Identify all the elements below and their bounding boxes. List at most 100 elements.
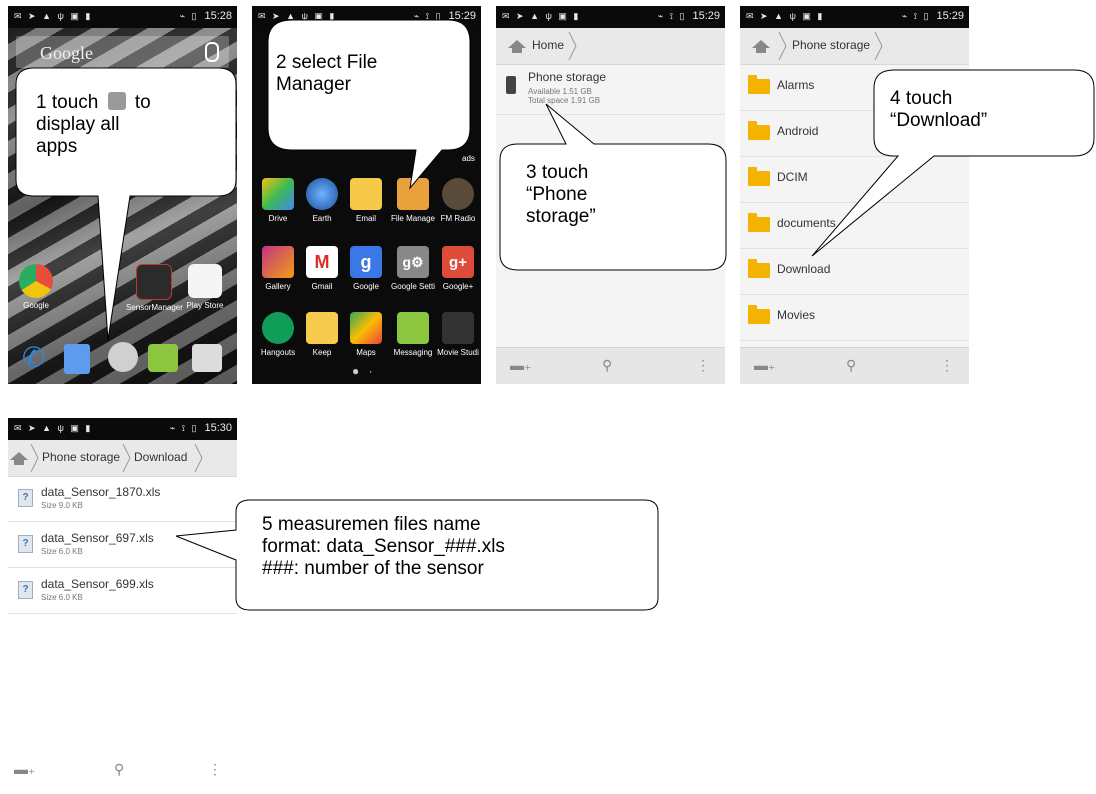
- overflow-menu-icon[interactable]: ⋮: [696, 357, 710, 374]
- phone-icon[interactable]: ✆: [22, 344, 50, 372]
- folder-name: Android: [777, 124, 819, 138]
- notification-icons: ✉ ➤ ▲ ψ ▣ ▮: [14, 423, 93, 433]
- new-folder-icon[interactable]: ▬₊: [14, 761, 35, 778]
- email-icon: [350, 178, 382, 210]
- truncated-app-label: ads: [462, 154, 475, 163]
- app-label: FM Radio: [440, 214, 476, 223]
- messaging-icon[interactable]: [148, 344, 178, 372]
- app-messaging[interactable]: Messaging: [389, 312, 437, 357]
- app-label: Maps: [356, 348, 376, 357]
- app-label: Movie Studi: [437, 348, 479, 357]
- notification-icons: ✉ ➤ ▲ ψ ▣ ▮: [502, 11, 581, 21]
- search-icon[interactable]: ⚲: [602, 357, 612, 374]
- home-icon[interactable]: [10, 452, 28, 465]
- earth-icon: [306, 178, 338, 210]
- file-name: data_Sensor_699.xls: [41, 577, 154, 591]
- app-label: Gmail: [311, 282, 333, 291]
- breadcrumb: Phone storage Download: [8, 440, 237, 477]
- callout-5-line-2: format: data_Sensor_###.xls: [262, 536, 505, 557]
- home-icon[interactable]: [752, 40, 770, 53]
- folder-icon: [748, 213, 770, 232]
- file-row[interactable]: ? data_Sensor_699.xls Size 6.0 KB: [8, 568, 237, 614]
- chevron-right-icon: [30, 444, 39, 472]
- callout-4-line-2: “Download”: [890, 110, 988, 131]
- breadcrumb: Home: [496, 28, 725, 65]
- notification-icons: ✉ ➤ ▲ ψ ▣ ▮: [14, 11, 93, 21]
- app-email[interactable]: Email: [344, 178, 388, 223]
- storage-row[interactable]: Phone storage Available 1.51 GB Total sp…: [496, 64, 725, 115]
- gmail-icon: M: [306, 246, 338, 278]
- app-fm-radio[interactable]: FM Radio: [436, 178, 480, 223]
- app-maps[interactable]: Maps: [344, 312, 388, 357]
- app-gallery[interactable]: Gallery: [256, 246, 300, 291]
- new-folder-icon[interactable]: ▬₊: [754, 357, 775, 374]
- chevron-right-icon: [568, 32, 577, 60]
- storage-total: Total space 1.91 GB: [528, 96, 601, 105]
- dock: ✆: [8, 340, 237, 380]
- app-label: File Manage: [390, 214, 436, 223]
- google-search-bar[interactable]: Google: [16, 36, 229, 68]
- folder-row[interactable]: documents: [740, 202, 969, 249]
- overflow-menu-icon[interactable]: ⋮: [208, 761, 222, 778]
- all-apps-icon[interactable]: [108, 342, 138, 372]
- app-label: Keep: [312, 348, 332, 357]
- app-label: Messaging: [393, 348, 433, 357]
- chevron-right-icon: [778, 32, 787, 60]
- unknown-file-icon: ?: [18, 581, 33, 599]
- file-row[interactable]: ? data_Sensor_697.xls Size 6.0 KB: [8, 522, 237, 568]
- breadcrumb-phone-storage[interactable]: Phone storage: [42, 450, 120, 464]
- google-icon: [19, 264, 53, 298]
- folder-row-download[interactable]: Download: [740, 248, 969, 295]
- notification-icons: ✉ ➤ ▲ ψ ▣ ▮: [746, 11, 825, 21]
- status-time: 15:29: [448, 10, 476, 22]
- new-folder-icon[interactable]: ▬₊: [510, 357, 531, 374]
- file-row[interactable]: ? data_Sensor_1870.xls Size 9.0 KB: [8, 476, 237, 522]
- notification-icons: ✉ ➤ ▲ ψ ▣ ▮: [258, 11, 337, 21]
- callout-5-line-1: 5 measuremen files name: [262, 514, 481, 535]
- app-google[interactable]: Google: [14, 264, 58, 310]
- app-file-manager[interactable]: File Manage: [389, 178, 437, 223]
- app-label: Google: [353, 282, 379, 291]
- callout-2-line-2: Manager: [276, 74, 351, 95]
- bottom-toolbar: ▬₊ ⚲ ⋮: [496, 347, 725, 384]
- app-google[interactable]: g Google: [344, 246, 388, 291]
- contacts-icon[interactable]: [64, 344, 90, 374]
- status-time: 15:28: [204, 10, 232, 22]
- app-movie-studio[interactable]: Movie Studi: [436, 312, 480, 357]
- camera-icon[interactable]: [192, 344, 222, 372]
- play-store-icon: [188, 264, 222, 298]
- home-icon[interactable]: [508, 40, 526, 53]
- maps-icon: [350, 312, 382, 344]
- search-icon[interactable]: ⚲: [114, 761, 124, 778]
- app-gmail[interactable]: M Gmail: [300, 246, 344, 291]
- folder-row[interactable]: Movies: [740, 294, 969, 341]
- app-drive[interactable]: Drive: [256, 178, 300, 223]
- breadcrumb-home[interactable]: Home: [532, 38, 564, 52]
- folder-row[interactable]: DCIM: [740, 156, 969, 203]
- callout-1-line-1b: to: [134, 92, 151, 113]
- signal-icons: ⌁ ⟟ ▯: [657, 11, 687, 21]
- storage-name: Phone storage: [528, 70, 607, 84]
- overflow-menu-icon[interactable]: ⋮: [940, 357, 954, 374]
- callout-1-line-2: display all: [36, 114, 120, 135]
- folder-name: documents: [777, 216, 836, 230]
- app-sensormanager[interactable]: SensorManager: [126, 264, 183, 312]
- bottom-toolbar: ▬₊ ⚲ ⋮: [740, 347, 969, 384]
- app-earth[interactable]: Earth: [300, 178, 344, 223]
- app-play-store[interactable]: Play Store: [183, 264, 227, 310]
- app-google-plus[interactable]: g+ Google+: [436, 246, 480, 291]
- app-google-settings[interactable]: g⚙ Google Setti: [389, 246, 437, 291]
- chevron-right-icon: [122, 444, 131, 472]
- app-keep[interactable]: Keep: [300, 312, 344, 357]
- chevron-right-icon: [874, 32, 883, 60]
- page-indicator: ● ·: [352, 364, 376, 378]
- breadcrumb-download[interactable]: Download: [134, 450, 187, 464]
- mic-icon[interactable]: [205, 42, 219, 62]
- callout-3-line-3: storage”: [526, 206, 596, 227]
- app-hangouts[interactable]: Hangouts: [256, 312, 300, 357]
- breadcrumb-phone-storage[interactable]: Phone storage: [792, 38, 870, 52]
- search-icon[interactable]: ⚲: [846, 357, 856, 374]
- screen-folder-list: ✉ ➤ ▲ ψ ▣ ▮ ⌁ ⟟ ▯ 15:29 Phone storage Ala…: [740, 6, 969, 384]
- file-size: Size 6.0 KB: [41, 547, 83, 556]
- unknown-file-icon: ?: [18, 535, 33, 553]
